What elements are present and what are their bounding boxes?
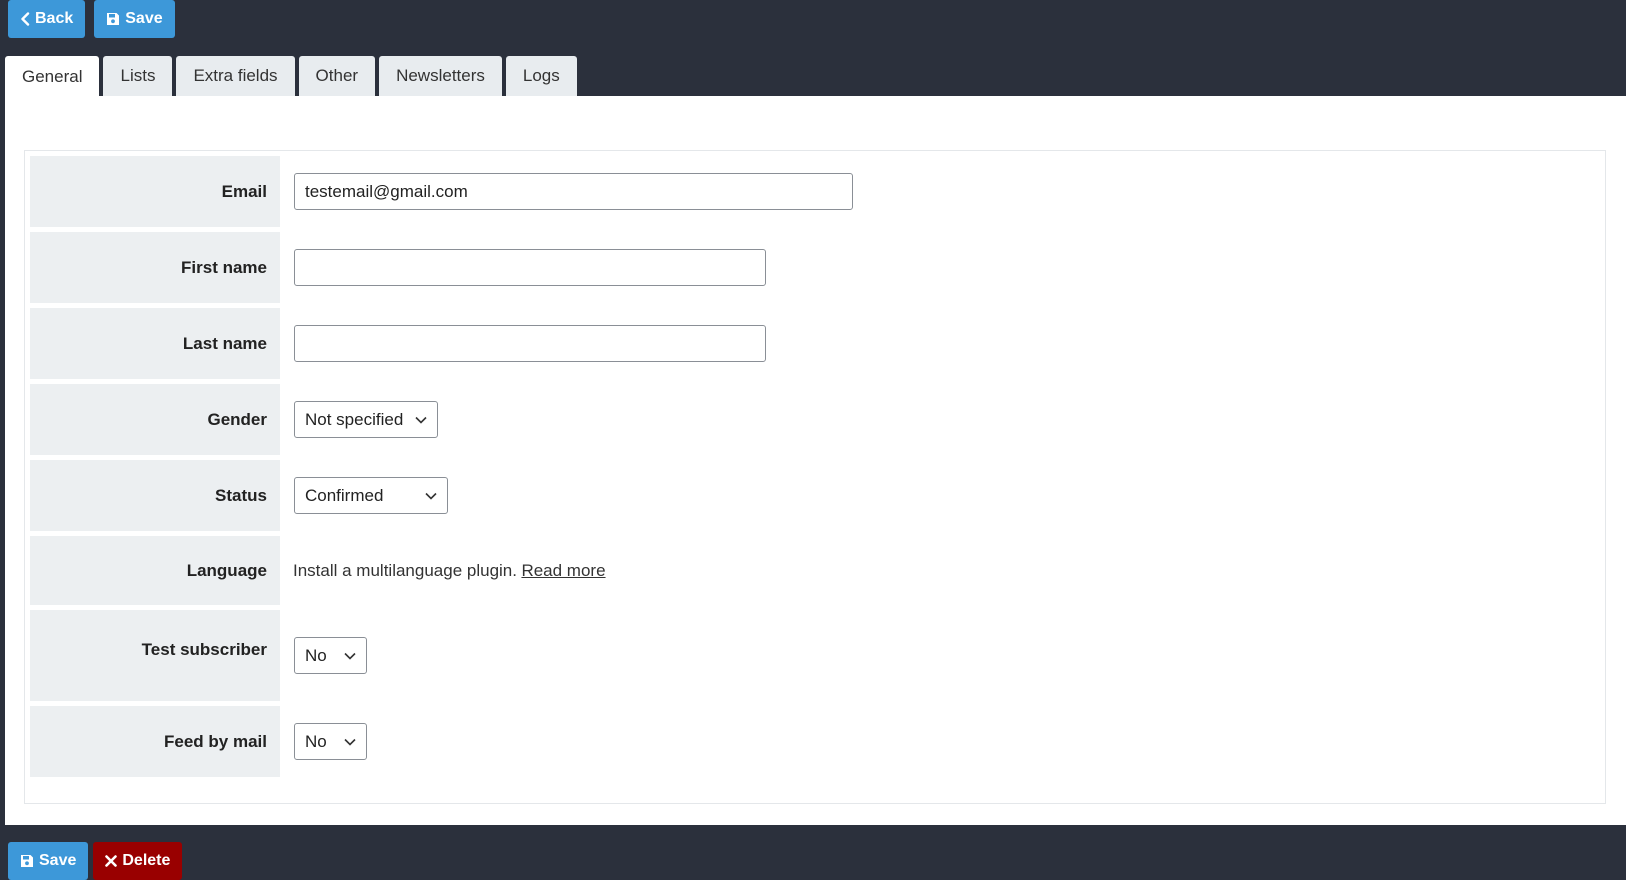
language-info-text: Install a multilanguage plugin.: [293, 560, 517, 580]
tab-extra-fields[interactable]: Extra fields: [176, 56, 295, 96]
test-subscriber-row: Test subscriber No: [30, 610, 1600, 701]
tab-label: Lists: [120, 66, 156, 85]
tab-other[interactable]: Other: [298, 56, 376, 96]
first-name-input[interactable]: [294, 249, 766, 286]
status-selected-value: Confirmed: [305, 485, 384, 505]
tab-newsletters[interactable]: Newsletters: [379, 56, 502, 96]
status-label: Status: [30, 460, 280, 531]
first-name-row: First name: [30, 232, 1600, 303]
last-name-input[interactable]: [294, 325, 766, 362]
tab-label: General: [22, 66, 83, 86]
floppy-disk-icon: [20, 854, 34, 868]
last-name-row: Last name: [30, 308, 1600, 379]
delete-button-label: Delete: [122, 852, 171, 869]
chevron-down-icon: [334, 652, 356, 660]
gender-selected-value: Not specified: [305, 409, 404, 429]
chevron-down-icon: [405, 416, 427, 424]
chevron-left-icon: [20, 12, 30, 26]
floppy-disk-icon: [106, 12, 120, 26]
feed-by-mail-selected-value: No: [305, 731, 327, 751]
tab-label: Logs: [522, 66, 560, 85]
delete-button[interactable]: Delete: [93, 842, 183, 880]
tab-label: Newsletters: [396, 66, 485, 85]
language-row: Language Install a multilanguage plugin.…: [30, 536, 1600, 605]
general-panel: Email First name Last name Gender Not sp…: [5, 96, 1626, 825]
feed-by-mail-select[interactable]: No: [294, 723, 367, 760]
save-button[interactable]: Save: [94, 0, 175, 38]
save-button-label: Save: [125, 10, 163, 27]
feed-by-mail-label: Feed by mail: [30, 706, 280, 777]
read-more-link[interactable]: Read more: [521, 561, 605, 581]
top-toolbar: Back Save: [8, 0, 175, 38]
test-subscriber-select[interactable]: No: [294, 637, 367, 674]
footer-save-button[interactable]: Save: [8, 842, 89, 880]
feed-by-mail-row: Feed by mail No: [30, 706, 1600, 777]
back-button-label: Back: [35, 10, 74, 27]
tab-lists[interactable]: Lists: [103, 56, 173, 96]
tab-label: Other: [315, 66, 359, 85]
email-label: Email: [30, 156, 280, 227]
language-label: Language: [30, 536, 280, 605]
gender-row: Gender Not specified: [30, 384, 1600, 455]
gender-label: Gender: [30, 384, 280, 455]
chevron-down-icon: [415, 492, 437, 500]
chevron-down-icon: [334, 738, 356, 746]
tab-general[interactable]: General: [5, 56, 100, 97]
bottom-toolbar: Save Delete: [8, 842, 183, 880]
tab-bar: General Lists Extra fields Other Newslet…: [5, 56, 577, 97]
subscriber-form: Email First name Last name Gender Not sp…: [24, 150, 1606, 804]
tab-logs[interactable]: Logs: [505, 56, 577, 96]
last-name-label: Last name: [30, 308, 280, 379]
gender-select[interactable]: Not specified: [294, 401, 438, 438]
tab-label: Extra fields: [193, 66, 278, 85]
test-subscriber-label: Test subscriber: [30, 610, 280, 701]
back-button[interactable]: Back: [8, 0, 86, 38]
status-row: Status Confirmed: [30, 460, 1600, 531]
status-select[interactable]: Confirmed: [294, 477, 448, 514]
email-row: Email: [30, 156, 1600, 227]
x-icon: [105, 855, 118, 867]
first-name-label: First name: [30, 232, 280, 303]
test-subscriber-selected-value: No: [305, 645, 327, 665]
email-input[interactable]: [294, 173, 853, 210]
footer-save-label: Save: [39, 852, 77, 869]
